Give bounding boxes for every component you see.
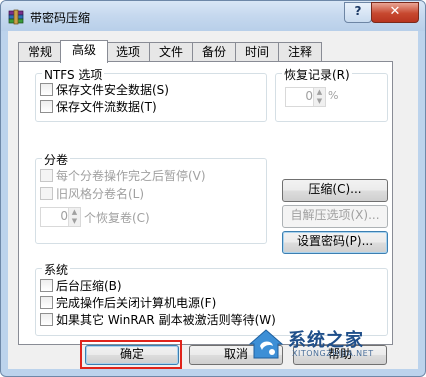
ntfs-options-legend: NTFS 选项: [42, 66, 105, 83]
volumes-legend: 分卷: [42, 151, 71, 168]
advanced-tab-panel: NTFS 选项 保存文件安全数据(S) 保存文件流数据(T) 恢复记录(R) 0…: [18, 61, 393, 345]
recovery-record-legend: 恢复记录(R): [282, 66, 352, 83]
recovery-record-value: 0: [305, 89, 313, 103]
dialog-window: 带密码压缩 ? ✕ 常规 高级 选项 文件 备份 时间 注释 NTFS 选项 保…: [0, 0, 426, 377]
winrar-books-icon: [8, 9, 24, 25]
checkbox-box[interactable]: [40, 296, 53, 309]
shutdown-after-checkbox[interactable]: 完成操作后关闭计算机电源(F): [40, 296, 216, 312]
tab-files[interactable]: 文件: [149, 42, 193, 62]
title-bar[interactable]: 带密码压缩 ? ✕: [1, 1, 425, 31]
background-compress-checkbox[interactable]: 后台压缩(B): [40, 279, 122, 295]
dialog-client: 常规 高级 选项 文件 备份 时间 注释 NTFS 选项 保存文件安全数据(S)…: [8, 31, 418, 369]
recovery-volumes-label: 个恢复卷(C): [84, 211, 150, 225]
pause-after-volume-checkbox[interactable]: 每个分卷操作完之后暂停(V): [40, 169, 206, 185]
tab-backup[interactable]: 备份: [192, 42, 236, 62]
recovery-record-spinner[interactable]: 0 ▲ ▼: [285, 87, 326, 107]
spinner-arrows-icon[interactable]: ▲ ▼: [313, 88, 325, 106]
volumes-group: 分卷 每个分卷操作完之后暂停(V) 旧风格分卷名(L) 0 ▲ ▼ 个恢复卷(C): [35, 151, 267, 244]
tab-options[interactable]: 选项: [106, 42, 150, 62]
site-watermark: 系统之家 XITONGZHIJIA.NET: [246, 322, 426, 377]
checkbox-box[interactable]: [40, 313, 53, 326]
tab-general[interactable]: 常规: [18, 42, 62, 62]
tab-advanced[interactable]: 高级: [60, 40, 108, 63]
set-password-button[interactable]: 设置密码(P)...: [282, 231, 388, 254]
close-button[interactable]: ✕: [371, 2, 419, 23]
checkbox-box[interactable]: [40, 83, 53, 96]
checkbox-box[interactable]: [40, 100, 53, 113]
old-style-names-checkbox[interactable]: 旧风格分卷名(L): [40, 187, 144, 203]
spinner-arrows-icon[interactable]: ▲ ▼: [68, 208, 80, 226]
checkbox-box[interactable]: [40, 169, 53, 182]
system-legend: 系统: [42, 261, 71, 278]
compress-button[interactable]: 压缩(C)...: [282, 179, 388, 202]
sfx-options-button[interactable]: 自解压选项(X)...: [282, 205, 388, 228]
wait-other-winrar-checkbox[interactable]: 如果其它 WinRAR 副本被激活则等待(W): [40, 313, 276, 329]
close-icon: ✕: [389, 4, 401, 19]
recovery-volumes-value: 0: [60, 209, 68, 223]
checkbox-box[interactable]: [40, 187, 53, 200]
tab-comment[interactable]: 注释: [278, 42, 322, 62]
help-title-button[interactable]: ?: [344, 2, 372, 23]
save-streams-checkbox[interactable]: 保存文件流数据(T): [40, 100, 157, 116]
checkbox-box[interactable]: [40, 279, 53, 292]
recovery-volumes-spinner[interactable]: 0 ▲ ▼: [40, 207, 81, 227]
recovery-record-group: 恢复记录(R) 0 ▲ ▼ %: [275, 66, 388, 122]
percent-unit: %: [328, 89, 339, 102]
question-icon: ?: [354, 4, 362, 18]
highlight-box: [80, 340, 182, 369]
watermark-url: XITONGZHIJIA.NET: [292, 349, 374, 358]
save-security-checkbox[interactable]: 保存文件安全数据(S): [40, 83, 169, 99]
window-title: 带密码压缩: [30, 11, 91, 25]
tab-time[interactable]: 时间: [235, 42, 279, 62]
house-logo-icon: [248, 329, 284, 359]
ntfs-options-group: NTFS 选项 保存文件安全数据(S) 保存文件流数据(T): [35, 66, 267, 122]
